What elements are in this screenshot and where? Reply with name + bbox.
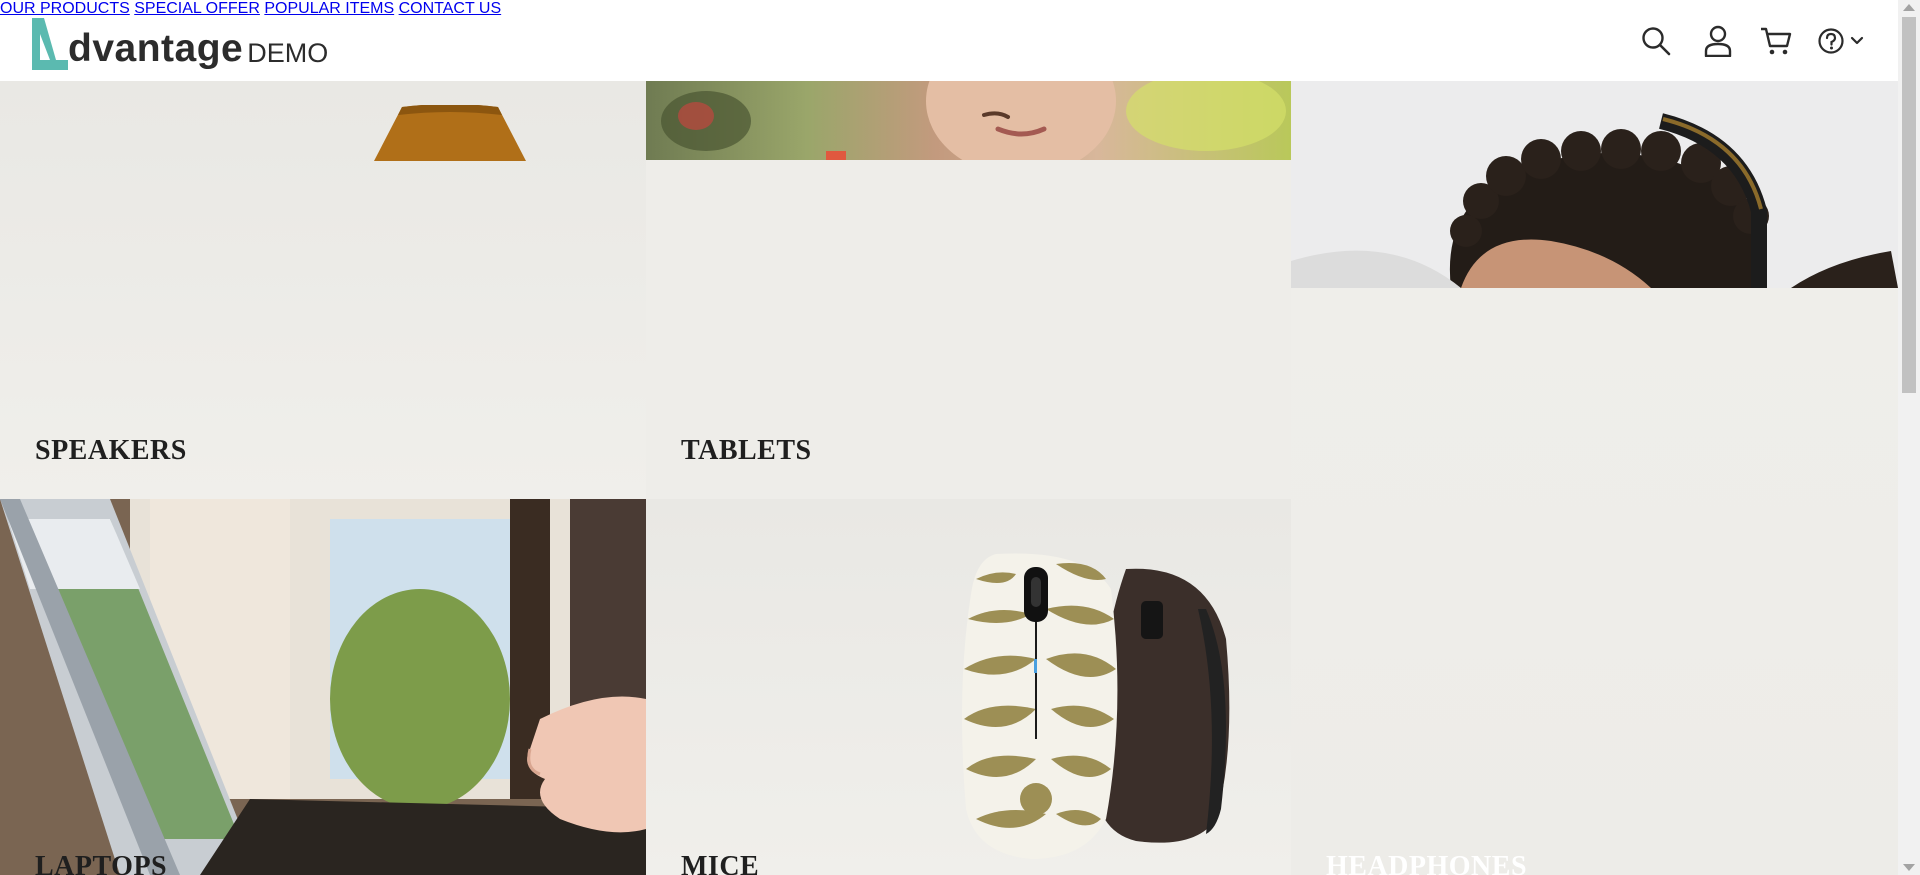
category-tile-headphones-image[interactable] [1291, 81, 1898, 288]
scrollbar-thumb[interactable] [1902, 17, 1916, 393]
category-tile-speakers[interactable]: SPEAKERS [0, 81, 646, 499]
speaker-image [374, 105, 526, 161]
nav-contact-us[interactable]: CONTACT US [399, 0, 502, 17]
mice-image [962, 553, 1230, 859]
category-tile-headphones[interactable]: HEADPHONES [1291, 288, 1898, 875]
search-icon[interactable] [1638, 23, 1674, 59]
category-label-headphones: HEADPHONES [1326, 851, 1528, 875]
laptop-lifestyle-image [0, 499, 646, 875]
category-tile-laptops[interactable]: LAPTOPS [0, 499, 646, 875]
logo-a-icon [32, 18, 68, 70]
category-label-speakers: SPEAKERS [35, 435, 187, 466]
help-menu[interactable] [1816, 23, 1872, 59]
logo-demo-label: DEMO [247, 38, 329, 68]
cart-icon[interactable] [1758, 23, 1794, 59]
chevron-down-icon [1850, 36, 1864, 45]
scroll-up-arrow-icon[interactable] [1903, 4, 1915, 11]
logo-wordmark: dvantage [68, 27, 244, 70]
category-label-tablets: TABLETS [681, 435, 812, 466]
headphones-lifestyle-image [1291, 81, 1898, 288]
advantage-logo[interactable]: dvantage DEMO [28, 12, 328, 72]
tablet-lifestyle-image [646, 81, 1291, 160]
top-navigation-bar: dvantage DEMO OUR PRODUCTS SPECIAL OFFER… [0, 0, 1898, 81]
scroll-down-arrow-icon[interactable] [1903, 864, 1915, 871]
help-icon [1818, 28, 1844, 54]
category-tile-mice[interactable]: MICE [646, 499, 1291, 875]
user-icon[interactable] [1700, 23, 1736, 59]
category-label-mice: MICE [681, 851, 760, 875]
category-tile-tablets[interactable]: TABLETS [646, 81, 1291, 499]
page-scrollbar[interactable] [1898, 0, 1920, 875]
category-label-laptops: LAPTOPS [35, 851, 168, 875]
